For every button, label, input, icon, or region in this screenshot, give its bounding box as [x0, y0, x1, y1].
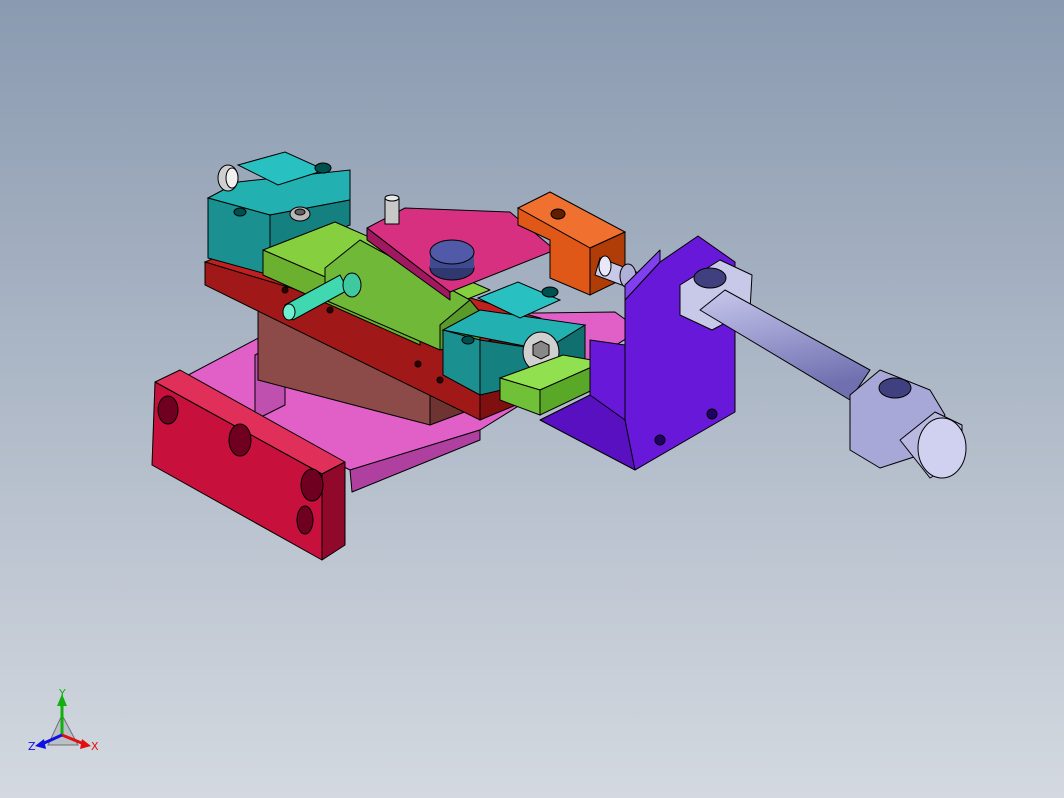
z-axis-label: Z [28, 740, 36, 753]
x-axis-label: X [91, 740, 99, 753]
graphics-viewport[interactable]: Y X Z [0, 0, 1064, 798]
round-cap[interactable] [429, 239, 475, 281]
cad-model-view[interactable]: Y X Z [0, 0, 1064, 798]
y-axis-label: Y [58, 687, 66, 700]
knob-left[interactable] [217, 164, 239, 192]
small-pin[interactable] [384, 194, 400, 225]
socket-head-screw[interactable] [289, 206, 311, 222]
